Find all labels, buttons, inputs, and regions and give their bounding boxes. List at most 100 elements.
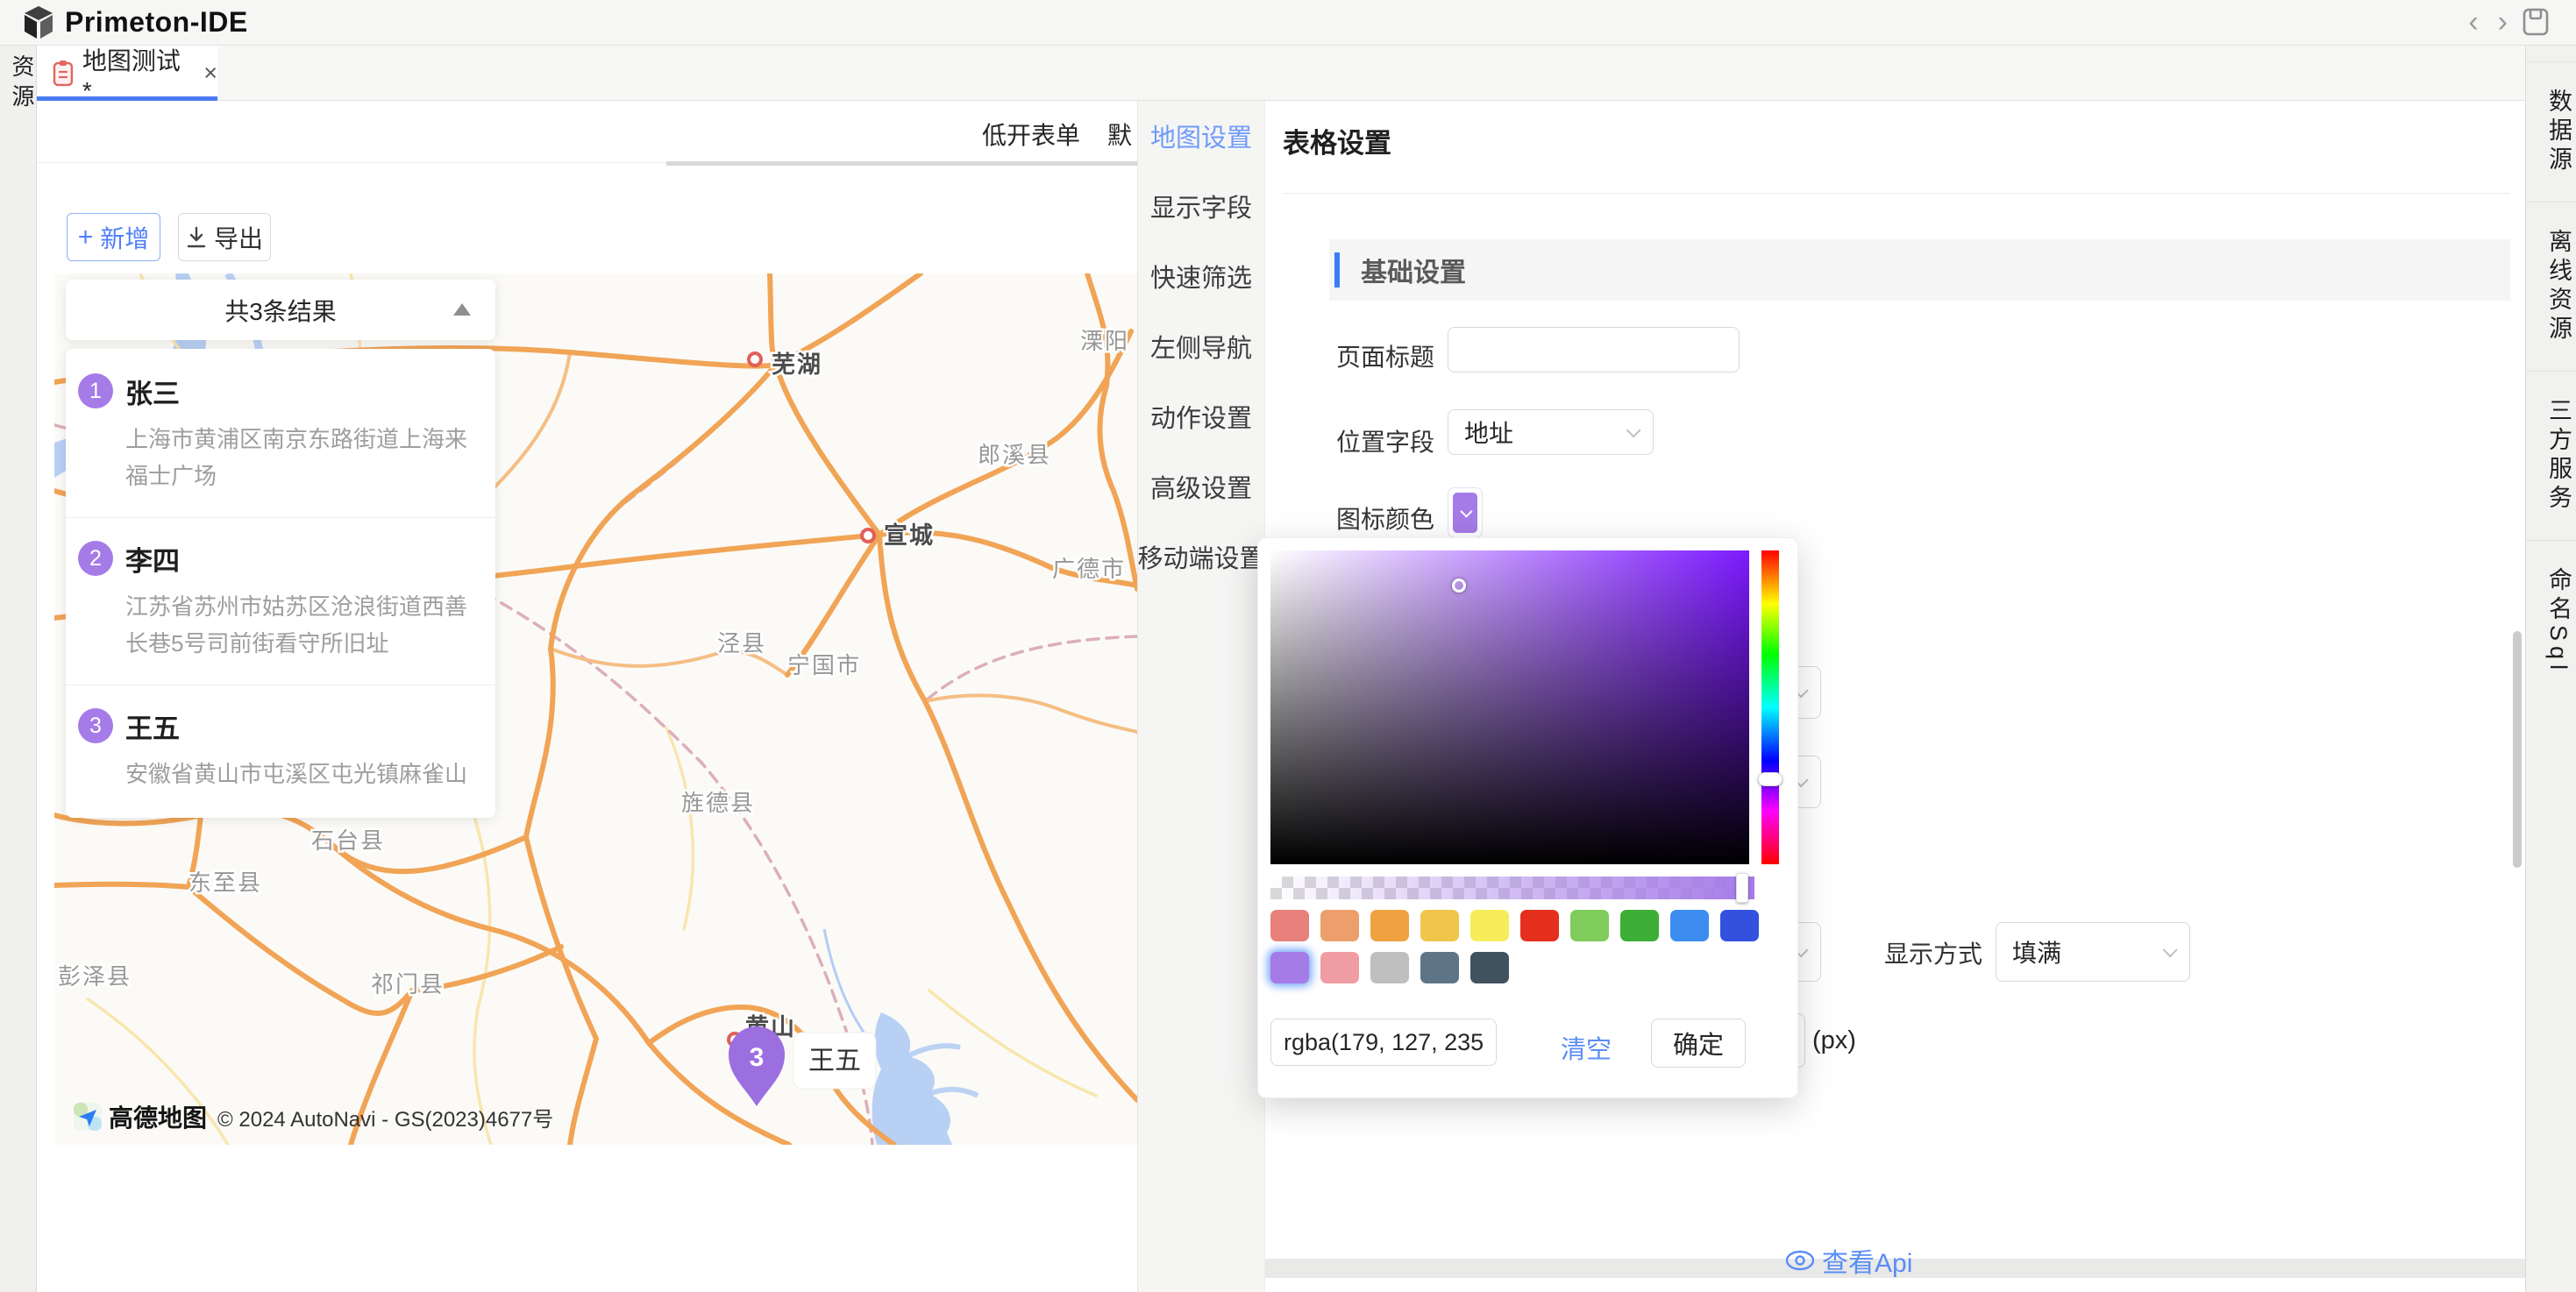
document-icon (53, 60, 74, 87)
color-swatch[interactable] (1720, 910, 1759, 941)
map-label: 泾县 (717, 630, 766, 657)
item-address: 江苏省苏州市姑苏区沧浪街道西善长巷5号司前街看守所旧址 (125, 589, 478, 662)
icon-color-label: 图标颜色 (1259, 500, 1434, 536)
item-name: 张三 (125, 372, 478, 411)
settings-menu-item[interactable]: 高级设置 (1138, 451, 1264, 522)
settings-panel: 地图设置显示字段快速筛选左侧导航动作设置高级设置移动端设置 表格设置 基础设置 … (1137, 101, 2525, 1292)
color-swatch[interactable] (1320, 952, 1359, 983)
settings-menu-item[interactable]: 左侧导航 (1138, 311, 1264, 381)
save-icon[interactable] (2522, 6, 2550, 38)
list-item[interactable]: 2李四江苏省苏州市姑苏区沧浪街道西善长巷5号司前街看守所旧址 (66, 517, 495, 685)
download-icon (186, 226, 207, 249)
item-body: 张三上海市黄浦区南京东路街道上海来福士广场 (125, 372, 478, 494)
add-button[interactable]: + 新增 (67, 213, 160, 261)
right-rail-item[interactable]: 命名Sql (2526, 540, 2576, 701)
saturation-area[interactable] (1270, 550, 1749, 864)
right-rail-item[interactable]: 三方服务 (2526, 371, 2576, 540)
item-body: 王五安徽省黄山市屯溪区屯光镇麻雀山 (125, 706, 467, 793)
item-address: 安徽省黄山市屯溪区屯光镇麻雀山 (125, 756, 467, 793)
map-label: 郎溪县 (978, 442, 1051, 468)
swatch-row-2 (1270, 952, 1509, 983)
collapse-triangle-icon[interactable] (453, 303, 471, 316)
settings-menu-item[interactable]: 快速筛选 (1138, 241, 1264, 311)
color-swatch[interactable] (1320, 910, 1359, 941)
app-title: Primeton-IDE (65, 6, 248, 39)
svg-text:王五: 王五 (808, 1047, 861, 1075)
page-title-label: 页面标题 (1259, 338, 1434, 373)
display-mode-label: 显示方式 (1807, 935, 1982, 970)
hue-slider[interactable] (1761, 550, 1779, 864)
settings-menu-item[interactable]: 动作设置 (1138, 381, 1264, 451)
export-button[interactable]: 导出 (178, 213, 271, 261)
color-swatch[interactable] (1670, 910, 1709, 941)
map-attribution: © 2024 AutoNavi - GS(2023)4677号 (217, 1102, 553, 1132)
designer-tab-strip: 低开表单 默 (37, 101, 1137, 163)
list-item[interactable]: 3 王五安徽省黄山市屯溪区屯光镇麻雀山 (66, 685, 495, 816)
tab-title: 地图测试* (82, 42, 189, 105)
color-swatch[interactable] (1370, 910, 1409, 941)
designer-canvas: 低开表单 默 + 新增 导出 (37, 101, 1137, 1292)
result-count-card[interactable]: 共3条结果 (66, 280, 495, 340)
section-accent-bar (1334, 252, 1340, 288)
display-mode-select[interactable]: 填满 (1996, 922, 2190, 982)
map-city-dot (862, 529, 874, 542)
confirm-color-button[interactable]: 确定 (1651, 1019, 1746, 1068)
color-swatch[interactable] (1570, 910, 1609, 941)
right-rail-item[interactable]: 离线资源 (2526, 202, 2576, 371)
map-label: 旌德县 (681, 790, 755, 816)
saturation-cursor[interactable] (1452, 579, 1466, 593)
color-swatch[interactable] (1420, 952, 1459, 983)
item-number-badge: 3 (78, 708, 113, 743)
tab-map-test[interactable]: 地图测试* × (37, 46, 217, 101)
map-label: 东至县 (189, 870, 262, 896)
left-rail-resources[interactable]: 资源 (6, 54, 39, 114)
result-count: 共3条结果 (224, 293, 337, 328)
color-value-input[interactable] (1270, 1019, 1497, 1066)
color-swatch[interactable] (1470, 952, 1509, 983)
item-number-badge: 1 (78, 373, 113, 408)
chevron-down-icon (1626, 422, 1641, 437)
item-address: 上海市黄浦区南京东路街道上海来福士广场 (125, 422, 478, 494)
color-swatch[interactable] (1470, 910, 1509, 941)
map-label: 宣城 (884, 522, 935, 549)
color-swatch[interactable] (1270, 952, 1309, 983)
panel-title: 表格设置 (1283, 121, 1391, 160)
settings-menu-item[interactable]: 地图设置 (1138, 101, 1264, 171)
hue-slider-handle[interactable] (1758, 772, 1783, 786)
tab-bar: 地图测试* × (37, 46, 2525, 101)
nav-back-icon[interactable]: ‹ (2468, 5, 2478, 39)
color-swatch[interactable] (1270, 910, 1309, 941)
panel-scrollbar[interactable] (2513, 631, 2522, 868)
right-rail-item[interactable]: 数据源 (2526, 61, 2576, 202)
top-bar: Primeton-IDE ‹ › (0, 0, 2576, 46)
page-title-input[interactable] (1448, 327, 1740, 373)
clear-color-button[interactable]: 清空 (1561, 1029, 1612, 1066)
section-basic-settings: 基础设置 (1329, 239, 2510, 301)
amap-logo-icon (74, 1103, 102, 1131)
designer-tab-default[interactable]: 默 (1107, 117, 1132, 152)
color-swatch[interactable] (1420, 910, 1459, 941)
map-pin-number: 3 (750, 1043, 765, 1072)
map-label: 广德市 (1052, 556, 1126, 582)
color-swatch[interactable] (1620, 910, 1659, 941)
settings-menu-item[interactable]: 移动端设置 (1138, 522, 1264, 592)
view-api-link[interactable]: 查看Api (1785, 1241, 1912, 1280)
chevron-down-icon (2163, 942, 2178, 957)
alpha-slider-handle[interactable] (1736, 873, 1748, 903)
app-logo-icon (23, 5, 54, 40)
nav-forward-icon[interactable]: › (2498, 5, 2508, 39)
color-swatch[interactable] (1370, 952, 1409, 983)
alpha-slider[interactable] (1270, 877, 1754, 899)
amap-brand[interactable]: 高德地图 (109, 1099, 207, 1134)
location-field-select[interactable]: 地址 (1448, 409, 1654, 455)
designer-tab-lowcode-form[interactable]: 低开表单 (982, 117, 1080, 152)
right-rail: 数据源离线资源三方服务命名Sql (2525, 46, 2576, 1292)
icon-color-picker-button[interactable] (1448, 487, 1483, 538)
color-swatch[interactable] (1520, 910, 1559, 941)
list-item[interactable]: 1 张三上海市黄浦区南京东路街道上海来福士广场 (66, 351, 495, 517)
result-list: 1张三上海市黄浦区南京东路街道上海来福士广场2李四江苏省苏州市姑苏区沧浪街道西善… (66, 349, 495, 818)
tab-close-icon[interactable]: × (203, 60, 217, 87)
settings-menu-item[interactable]: 显示字段 (1138, 171, 1264, 241)
item-name: 王五 (125, 706, 467, 746)
item-name: 李四 (125, 539, 478, 579)
